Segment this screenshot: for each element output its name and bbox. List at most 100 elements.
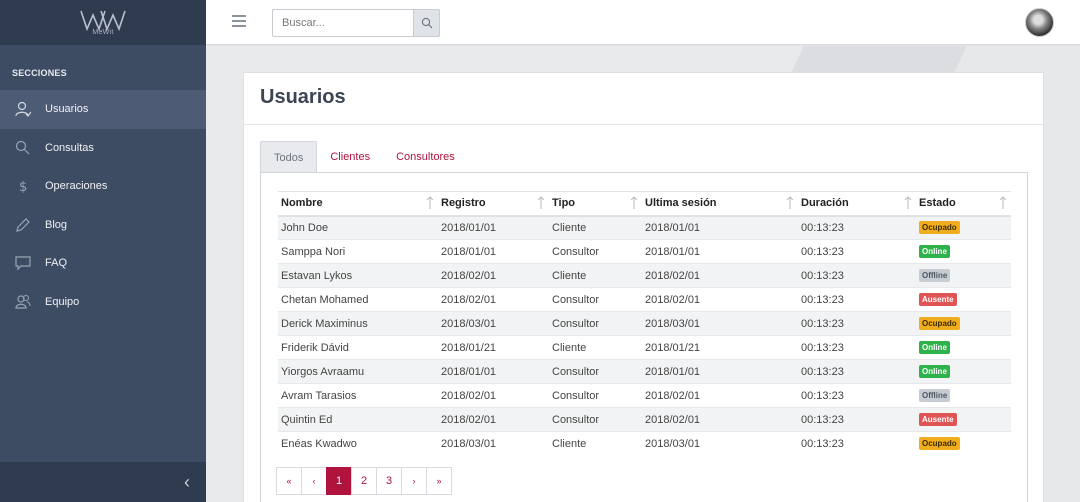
sidebar-item-label: Equipo [45, 295, 80, 308]
sidebar-item-blog[interactable]: Blog [0, 206, 206, 245]
tab-todos[interactable]: Todos [260, 141, 318, 173]
cell-registro: 2018/02/01 [438, 407, 549, 432]
pagination-page-3[interactable]: 3 [376, 467, 402, 495]
cell-registro: 2018/01/21 [438, 335, 549, 360]
pagination-next-button[interactable]: › [401, 467, 427, 495]
pagination: «‹ 1 2 3 ›» [276, 467, 452, 495]
column-header-label: Nombre [281, 197, 323, 210]
table-row[interactable]: Yiorgos Avraamu 2018/01/01 Consultor 2018/0… [278, 359, 1011, 384]
table-row[interactable]: Samppa Nori 2018/01/01 Consultor 2018/01/01… [278, 239, 1011, 264]
cell-tipo: Consultor [549, 239, 642, 264]
cell-estado: Ausente [916, 287, 1011, 312]
table-row[interactable]: Derick Maximinus 2018/03/01 Consultor 2018/… [278, 311, 1011, 336]
svg-text:$: $ [19, 180, 27, 194]
cell-tipo: Cliente [549, 263, 642, 288]
dollar-icon: $ [14, 177, 32, 195]
sort-arrow-icon [999, 196, 1007, 209]
table-row[interactable]: Avram Tarasios 2018/02/01 Consultor 2018/02… [278, 383, 1011, 408]
sidebar-item-equipo[interactable]: Equipo [0, 283, 206, 322]
page-title: Usuarios [244, 73, 1043, 125]
main-content: Usuarios Todos Clientes Consultores Nomb… [206, 46, 1080, 502]
cell-nombre: Samppa Nori [278, 239, 438, 264]
cell-estado: Ocupado [916, 431, 1011, 456]
cell-tipo: Consultor [549, 287, 642, 312]
sidebar-collapse-button[interactable]: ‹ [0, 462, 206, 502]
logo-mark [80, 10, 126, 31]
sidebar-item-label: Usuarios [45, 103, 89, 116]
sort-arrow-icon [426, 196, 434, 209]
cell-tipo: Consultor [549, 359, 642, 384]
pagination-page-1[interactable]: 1 [326, 467, 352, 495]
search-input[interactable] [272, 9, 413, 37]
cell-ultima: 2018/01/01 [642, 359, 798, 384]
cell-nombre: Chetan Mohamed [278, 287, 438, 312]
cell-tipo: Consultor [549, 311, 642, 336]
status-badge: Ausente [919, 413, 957, 426]
cell-estado: Online [916, 239, 1011, 264]
tab-clientes[interactable]: Clientes [317, 141, 383, 173]
chevron-left-icon: ‹ [184, 471, 190, 492]
cell-nombre: Friderik Dávid [278, 335, 438, 360]
status-badge: Ausente [919, 293, 957, 306]
cell-nombre: Enéas Kwadwo [278, 431, 438, 456]
cell-estado: Online [916, 335, 1011, 360]
cell-nombre: Estavan Lykos [278, 263, 438, 288]
cell-nombre: Quintin Ed [278, 407, 438, 432]
sidebar-section-title: SECCIONES [12, 68, 67, 78]
cell-estado: Offline [916, 263, 1011, 288]
cell-tipo: Consultor [549, 407, 642, 432]
pagination-last-button[interactable]: » [426, 467, 452, 495]
cell-tipo: Cliente [549, 335, 642, 360]
pencil-icon [14, 216, 32, 234]
brand-logo[interactable]: MeWit [79, 9, 127, 36]
column-header-label: Tipo [552, 197, 576, 210]
menu-toggle-icon[interactable] [232, 15, 246, 27]
search-button[interactable] [413, 9, 440, 37]
column-header-label: Duración [801, 197, 849, 210]
table-row[interactable]: Quintin Ed 2018/02/01 Consultor 2018/02/01 0… [278, 407, 1011, 432]
status-badge: Online [919, 245, 950, 258]
table-row[interactable]: Friderik Dávid 2018/01/21 Cliente 2018/01/2… [278, 335, 1011, 360]
sidebar-item-label: Operaciones [45, 180, 108, 193]
pagination-prev-button[interactable]: ‹ [301, 467, 327, 495]
column-header[interactable]: Nombre [278, 191, 438, 217]
tabs: Todos Clientes Consultores [260, 141, 468, 173]
table-header-row: Nombre Registro Tipo Ultima sesión Duración E… [278, 191, 1011, 217]
table-row[interactable]: John Doe 2018/01/01 Cliente 2018/01/01 00:13… [278, 215, 1011, 240]
pagination-page-2[interactable]: 2 [351, 467, 377, 495]
users-icon [14, 293, 32, 311]
column-header[interactable]: Duración [798, 191, 916, 217]
status-badge: Offline [919, 389, 951, 402]
cell-registro: 2018/02/01 [438, 383, 549, 408]
cell-duracion: 00:13:23 [798, 359, 916, 384]
cell-tipo: Cliente [549, 215, 642, 240]
sidebar-item-consultas[interactable]: Consultas [0, 129, 206, 168]
sort-arrow-icon [537, 196, 545, 209]
sidebar-item-faq[interactable]: FAQ [0, 244, 206, 283]
table-row[interactable]: Chetan Mohamed 2018/02/01 Consultor 2018/02… [278, 287, 1011, 312]
table-row[interactable]: Enéas Kwadwo 2018/03/01 Cliente 2018/03/01 0… [278, 431, 1011, 456]
cell-nombre: John Doe [278, 215, 438, 240]
column-header[interactable]: Registro [438, 191, 549, 217]
user-avatar[interactable] [1025, 8, 1054, 37]
pagination-first-button[interactable]: « [276, 467, 302, 495]
tab-panel: Nombre Registro Tipo Ultima sesión Duración E… [260, 172, 1028, 502]
cell-duracion: 00:13:23 [798, 239, 916, 264]
cell-registro: 2018/02/01 [438, 263, 549, 288]
column-header[interactable]: Estado [916, 191, 1011, 217]
sidebar-item-label: FAQ [45, 257, 68, 270]
cell-duracion: 00:13:23 [798, 335, 916, 360]
cell-duracion: 00:13:23 [798, 431, 916, 456]
sidebar-item-operaciones[interactable]: $ Operaciones [0, 167, 206, 206]
status-badge: Ocupado [919, 221, 960, 235]
sidebar-item-usuarios[interactable]: Usuarios [0, 90, 206, 129]
status-badge: Ocupado [919, 317, 960, 330]
cell-estado: Ocupado [916, 311, 1011, 336]
column-header[interactable]: Tipo [549, 191, 642, 217]
tab-consultores[interactable]: Consultores [383, 141, 468, 173]
column-header[interactable]: Ultima sesión [642, 191, 798, 217]
cell-nombre: Yiorgos Avraamu [278, 359, 438, 384]
table-row[interactable]: Estavan Lykos 2018/02/01 Cliente 2018/02/01… [278, 263, 1011, 288]
cell-duracion: 00:13:23 [798, 383, 916, 408]
cell-ultima: 2018/01/01 [642, 215, 798, 240]
